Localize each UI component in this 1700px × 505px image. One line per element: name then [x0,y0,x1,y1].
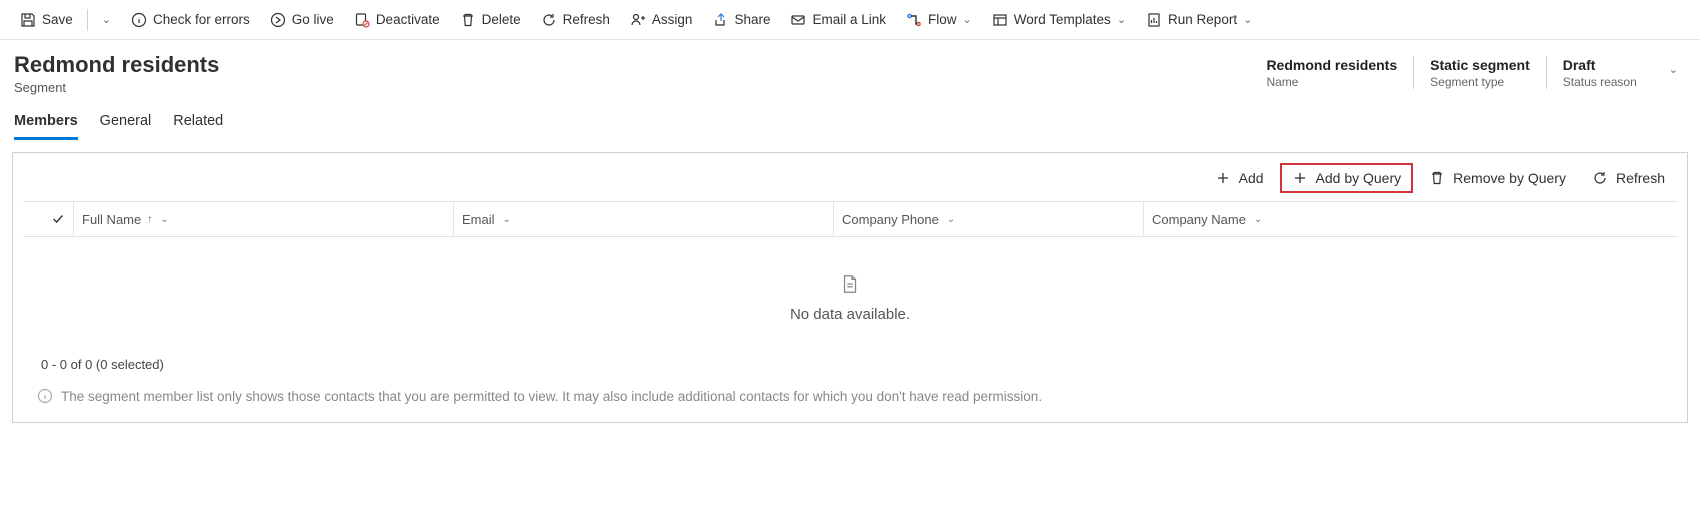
add-label: Add [1239,170,1264,186]
header-field-segment-type-value: Static segment [1430,56,1530,74]
grid-empty-text: No data available. [790,306,910,323]
deactivate-label: Deactivate [376,12,440,27]
chevron-down-icon: ⌄ [947,214,955,225]
delete-button[interactable]: Delete [452,7,529,33]
chevron-down-icon: ⌄ [1254,214,1262,225]
remove-by-query-label: Remove by Query [1453,170,1566,186]
assign-label: Assign [652,12,693,27]
page-title: Redmond residents [14,52,219,78]
save-button[interactable]: Save [12,7,81,33]
refresh-icon [1592,170,1608,186]
email-icon [790,12,806,28]
column-header-company-name[interactable]: Company Name ⌄ [1143,202,1667,236]
tab-related[interactable]: Related [173,107,223,140]
form-tabs: Members General Related [0,107,1700,140]
tab-members[interactable]: Members [14,107,78,140]
remove-by-query-button[interactable]: Remove by Query [1419,165,1576,191]
email-link-label: Email a Link [812,12,886,27]
flow-icon [906,12,922,28]
header-left: Redmond residents Segment [14,52,219,95]
email-link-button[interactable]: Email a Link [782,7,894,33]
header-field-segment-type-label: Segment type [1430,75,1530,89]
share-icon [712,12,728,28]
permission-note-text: The segment member list only shows those… [61,389,1042,404]
go-live-button[interactable]: Go live [262,7,342,33]
record-header: Redmond residents Segment Redmond reside… [0,40,1700,101]
header-field-status-reason-label: Status reason [1563,75,1637,89]
header-expand-toggle[interactable]: ⌄ [1661,56,1686,80]
add-by-query-label: Add by Query [1316,170,1402,186]
header-field-name: Redmond residents Name [1250,56,1413,89]
save-icon [20,12,36,28]
flow-button[interactable]: Flow ⌄ [898,7,980,33]
refresh-button[interactable]: Refresh [533,7,618,33]
header-fields: Redmond residents Name Static segment Se… [1250,52,1686,89]
chevron-down-icon: ⌄ [1669,64,1678,76]
deactivate-icon [354,12,370,28]
grid-footer-count: 0 - 0 of 0 (0 selected) [13,349,1687,378]
chevron-down-icon: ⌄ [1117,13,1126,26]
header-field-status-reason: Draft Status reason [1546,56,1653,89]
share-button[interactable]: Share [704,7,778,33]
column-header-email[interactable]: Email ⌄ [453,202,833,236]
go-live-label: Go live [292,12,334,27]
grid-refresh-label: Refresh [1616,170,1665,186]
deactivate-button[interactable]: Deactivate [346,7,448,33]
header-field-status-reason-value: Draft [1563,56,1637,74]
report-icon [1146,12,1162,28]
go-live-icon [270,12,286,28]
permission-note: The segment member list only shows those… [13,378,1687,422]
column-header-email-label: Email [462,212,495,227]
chevron-down-icon: ⌄ [503,214,511,225]
column-header-full-name[interactable]: Full Name ↑ ⌄ [73,202,453,236]
word-templates-icon [992,12,1008,28]
save-dropdown[interactable]: ⌄ [94,8,119,31]
plus-icon [1292,170,1308,186]
refresh-icon [541,12,557,28]
info-icon [131,12,147,28]
assign-button[interactable]: Assign [622,7,701,33]
delete-icon [1429,170,1445,186]
sort-ascending-icon: ↑ [147,214,152,225]
delete-icon [460,12,476,28]
members-grid: Add Add by Query Remove by Query Refresh… [12,152,1688,423]
command-bar: Save ⌄ Check for errors Go live Deactiva… [0,0,1700,40]
run-report-button[interactable]: Run Report ⌄ [1138,7,1260,33]
header-field-name-label: Name [1266,75,1397,89]
header-field-name-value: Redmond residents [1266,56,1397,74]
column-header-full-name-label: Full Name [82,212,141,227]
share-label: Share [734,12,770,27]
chevron-down-icon: ⌄ [963,13,972,26]
assign-icon [630,12,646,28]
word-templates-label: Word Templates [1014,12,1111,27]
document-icon [839,273,861,298]
divider [87,9,88,31]
flow-label: Flow [928,12,957,27]
save-label: Save [42,12,73,27]
chevron-down-icon: ⌄ [102,13,111,26]
column-header-company-phone[interactable]: Company Phone ⌄ [833,202,1143,236]
run-report-label: Run Report [1168,12,1237,27]
check-errors-button[interactable]: Check for errors [123,7,258,33]
delete-label: Delete [482,12,521,27]
info-icon [37,388,53,404]
column-header-company-phone-label: Company Phone [842,212,939,227]
grid-refresh-button[interactable]: Refresh [1582,165,1675,191]
grid-header-row: Full Name ↑ ⌄ Email ⌄ Company Phone ⌄ Co… [23,201,1677,237]
select-all-checkbox[interactable] [33,212,73,226]
word-templates-button[interactable]: Word Templates ⌄ [984,7,1134,33]
refresh-label: Refresh [563,12,610,27]
chevron-down-icon: ⌄ [1243,13,1252,26]
plus-icon [1215,170,1231,186]
add-by-query-button[interactable]: Add by Query [1280,163,1414,193]
column-header-company-name-label: Company Name [1152,212,1246,227]
grid-toolbar: Add Add by Query Remove by Query Refresh [13,153,1687,199]
chevron-down-icon: ⌄ [160,214,168,225]
grid-empty-state: No data available. [13,237,1687,349]
add-button[interactable]: Add [1205,165,1274,191]
entity-name: Segment [14,80,219,95]
check-errors-label: Check for errors [153,12,250,27]
header-field-segment-type: Static segment Segment type [1413,56,1546,89]
tab-general[interactable]: General [100,107,152,140]
